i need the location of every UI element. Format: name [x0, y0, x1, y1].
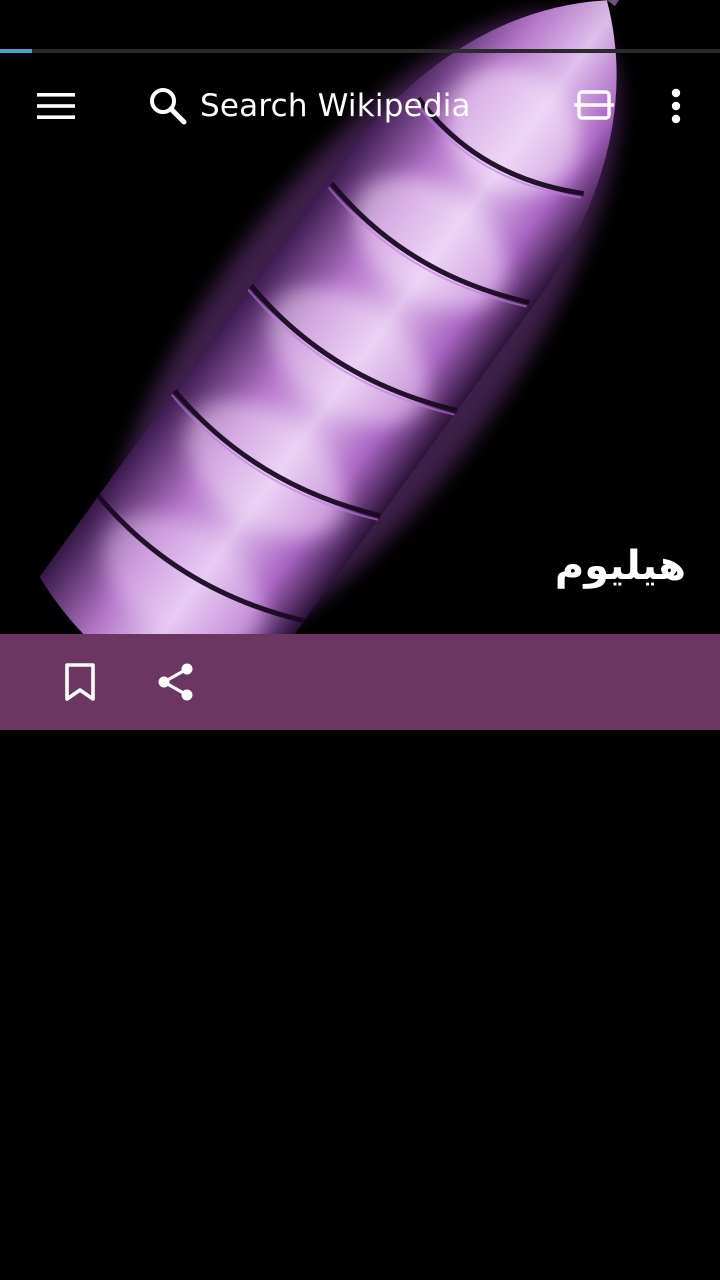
- tabs-icon: [574, 90, 614, 120]
- article-title: هيليوم: [554, 543, 686, 589]
- article-screen: Search Wikipedia هيليوم: [0, 0, 720, 1280]
- article-content: [0, 730, 720, 1280]
- bookmark-icon: [65, 663, 95, 701]
- search-icon: [150, 88, 187, 125]
- menu-button[interactable]: [24, 78, 88, 134]
- overflow-menu-button[interactable]: [656, 80, 696, 132]
- more-vert-icon: [671, 88, 681, 124]
- page-load-progress-fill: [0, 49, 32, 53]
- tabs-button[interactable]: [562, 80, 626, 132]
- page-load-progress-track: [0, 49, 720, 53]
- top-toolbar: Search Wikipedia: [0, 56, 720, 156]
- share-icon: [158, 663, 193, 701]
- save-article-button[interactable]: [50, 656, 110, 708]
- menu-icon: [37, 93, 75, 119]
- article-action-bar: [0, 634, 720, 730]
- search-wikipedia-field[interactable]: Search Wikipedia: [200, 86, 471, 126]
- share-button[interactable]: [146, 656, 206, 708]
- search-button[interactable]: [140, 82, 196, 130]
